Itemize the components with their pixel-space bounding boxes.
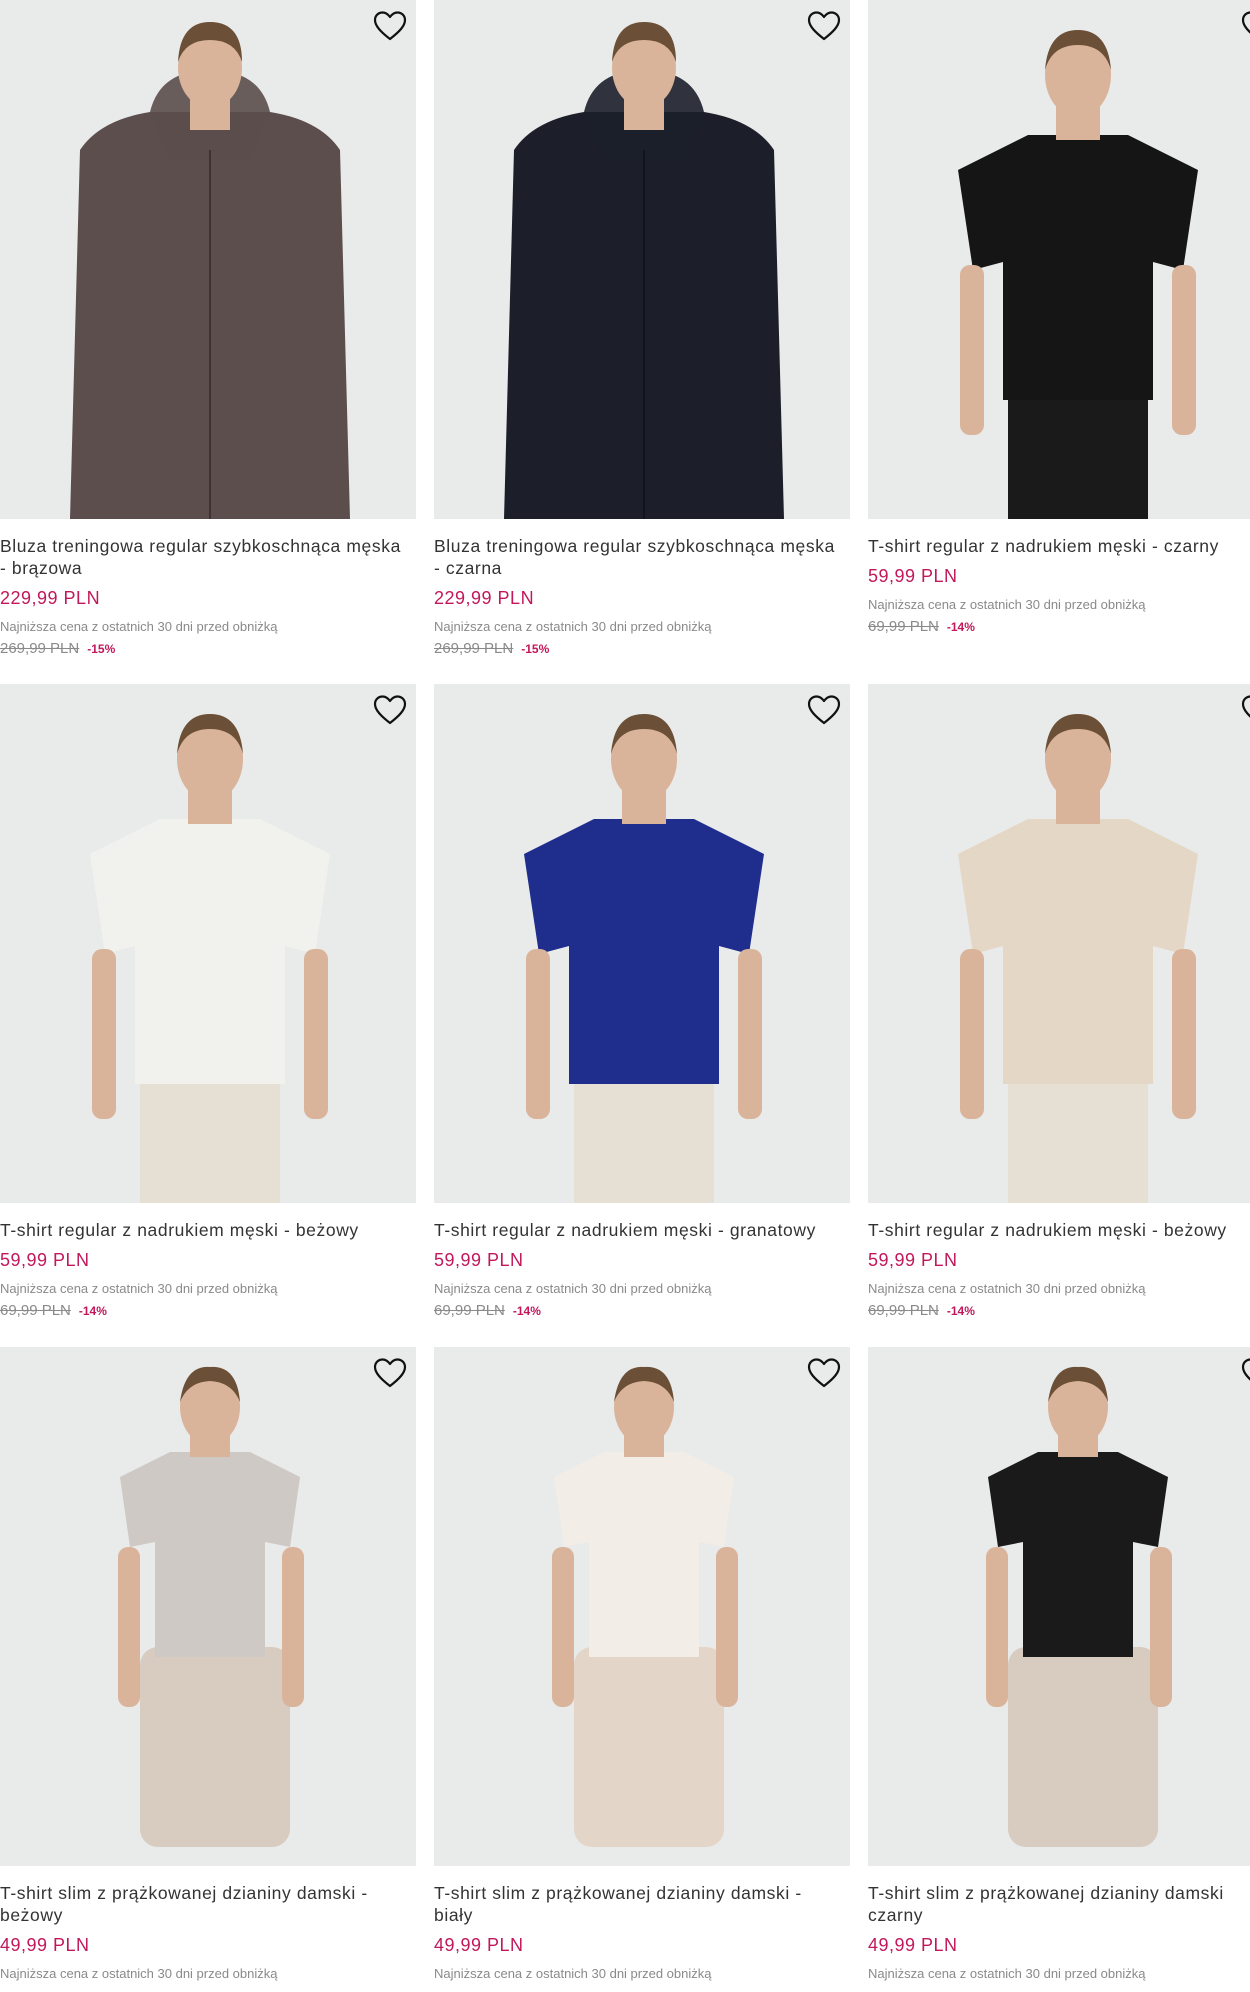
old-price-row: 269,99 PLN -15% bbox=[0, 640, 416, 658]
product-image[interactable] bbox=[868, 684, 1250, 1203]
discount-badge: -14% bbox=[946, 620, 975, 634]
old-price: 69,99 PLN bbox=[868, 618, 939, 635]
discount-badge: -14% bbox=[78, 1304, 107, 1318]
product-image[interactable] bbox=[434, 0, 850, 519]
product-title[interactable]: T-shirt slim z prążkowanej dzianiny dams… bbox=[434, 1882, 846, 1926]
product-image[interactable] bbox=[868, 0, 1250, 519]
old-price: 269,99 PLN bbox=[0, 640, 80, 657]
product-image[interactable] bbox=[868, 1347, 1250, 1866]
product-card-5[interactable]: T-shirt regular z nadrukiem męski - gran… bbox=[434, 684, 850, 1320]
product-photo bbox=[504, 22, 784, 519]
product-photo bbox=[986, 1366, 1172, 1847]
discount-badge: -14% bbox=[512, 1304, 541, 1318]
product-card-4[interactable]: T-shirt regular z nadrukiem męski - beżo… bbox=[0, 684, 416, 1320]
product-title[interactable]: T-shirt regular z nadrukiem męski - gran… bbox=[434, 1219, 846, 1241]
old-price: 69,99 PLN bbox=[434, 1302, 505, 1319]
product-grid: Bluza treningowa regular szybkoschnąca m… bbox=[0, 0, 1250, 1992]
product-card-8[interactable]: T-shirt slim z prążkowanej dzianiny dams… bbox=[434, 1347, 850, 1982]
product-photo bbox=[524, 714, 764, 1203]
old-price: 269,99 PLN bbox=[434, 640, 514, 657]
product-price: 59,99 PLN bbox=[868, 1250, 958, 1270]
old-price-row: 69,99 PLN -14% bbox=[0, 1302, 416, 1320]
product-title[interactable]: T-shirt slim z prążkowanej dzianiny dams… bbox=[868, 1882, 1250, 1926]
heart-outline-icon[interactable] bbox=[807, 694, 841, 726]
old-price: 69,99 PLN bbox=[0, 1302, 71, 1319]
old-price-row: 269,99 PLN -15% bbox=[434, 640, 850, 658]
lowest-price-label: Najniższa cena z ostatnich 30 dni przed … bbox=[868, 597, 1146, 612]
lowest-price-label: Najniższa cena z ostatnich 30 dni przed … bbox=[0, 1966, 278, 1981]
product-price: 49,99 PLN bbox=[868, 1935, 958, 1955]
heart-outline-icon[interactable] bbox=[373, 10, 407, 42]
lowest-price-label: Najniższa cena z ostatnich 30 dni przed … bbox=[0, 619, 278, 634]
product-title[interactable]: Bluza treningowa regular szybkoschnąca m… bbox=[434, 535, 846, 579]
discount-badge: -15% bbox=[87, 642, 116, 656]
lowest-price-label: Najniższa cena z ostatnich 30 dni przed … bbox=[434, 1966, 712, 1981]
old-price-row: 69,99 PLN -14% bbox=[434, 1302, 850, 1320]
product-photo bbox=[958, 30, 1198, 519]
lowest-price-label: Najniższa cena z ostatnich 30 dni przed … bbox=[0, 1281, 278, 1296]
old-price: 69,99 PLN bbox=[868, 1302, 939, 1319]
product-card-3[interactable]: T-shirt regular z nadrukiem męski - czar… bbox=[868, 0, 1250, 636]
product-image[interactable] bbox=[434, 684, 850, 1203]
product-photo bbox=[70, 22, 350, 519]
product-photo bbox=[958, 714, 1198, 1203]
product-card-1[interactable]: Bluza treningowa regular szybkoschnąca m… bbox=[0, 0, 416, 658]
product-price: 59,99 PLN bbox=[0, 1250, 90, 1270]
product-image[interactable] bbox=[434, 1347, 850, 1866]
old-price-row: 69,99 PLN -14% bbox=[868, 618, 1250, 636]
lowest-price-label: Najniższa cena z ostatnich 30 dni przed … bbox=[868, 1281, 1146, 1296]
product-title[interactable]: T-shirt regular z nadrukiem męski - beżo… bbox=[868, 1219, 1250, 1241]
product-photo bbox=[118, 1366, 304, 1847]
product-image[interactable] bbox=[0, 1347, 416, 1866]
product-price: 229,99 PLN bbox=[434, 588, 535, 608]
lowest-price-label: Najniższa cena z ostatnich 30 dni przed … bbox=[868, 1966, 1146, 1981]
heart-outline-icon[interactable] bbox=[1241, 1357, 1250, 1389]
product-price: 49,99 PLN bbox=[0, 1935, 90, 1955]
discount-badge: -14% bbox=[946, 1304, 975, 1318]
heart-outline-icon[interactable] bbox=[1241, 10, 1250, 42]
product-price: 229,99 PLN bbox=[0, 588, 101, 608]
product-title[interactable]: Bluza treningowa regular szybkoschnąca m… bbox=[0, 535, 412, 579]
heart-outline-icon[interactable] bbox=[1241, 694, 1250, 726]
product-card-9[interactable]: T-shirt slim z prążkowanej dzianiny dams… bbox=[868, 1347, 1250, 1982]
lowest-price-label: Najniższa cena z ostatnich 30 dni przed … bbox=[434, 1281, 712, 1296]
discount-badge: -15% bbox=[521, 642, 550, 656]
heart-outline-icon[interactable] bbox=[807, 1357, 841, 1389]
product-title[interactable]: T-shirt regular z nadrukiem męski - beżo… bbox=[0, 1219, 412, 1241]
heart-outline-icon[interactable] bbox=[373, 1357, 407, 1389]
product-image[interactable] bbox=[0, 0, 416, 519]
product-card-7[interactable]: T-shirt slim z prążkowanej dzianiny dams… bbox=[0, 1347, 416, 1982]
product-title[interactable]: T-shirt regular z nadrukiem męski - czar… bbox=[868, 535, 1250, 557]
product-price: 59,99 PLN bbox=[434, 1250, 524, 1270]
heart-outline-icon[interactable] bbox=[373, 694, 407, 726]
heart-outline-icon[interactable] bbox=[807, 10, 841, 42]
product-photo bbox=[90, 714, 330, 1203]
product-price: 49,99 PLN bbox=[434, 1935, 524, 1955]
product-photo bbox=[552, 1366, 738, 1847]
product-card-6[interactable]: T-shirt regular z nadrukiem męski - beżo… bbox=[868, 684, 1250, 1320]
old-price-row: 69,99 PLN -14% bbox=[868, 1302, 1250, 1320]
product-image[interactable] bbox=[0, 684, 416, 1203]
product-title[interactable]: T-shirt slim z prążkowanej dzianiny dams… bbox=[0, 1882, 412, 1926]
product-card-2[interactable]: Bluza treningowa regular szybkoschnąca m… bbox=[434, 0, 850, 658]
lowest-price-label: Najniższa cena z ostatnich 30 dni przed … bbox=[434, 619, 712, 634]
product-price: 59,99 PLN bbox=[868, 566, 958, 586]
